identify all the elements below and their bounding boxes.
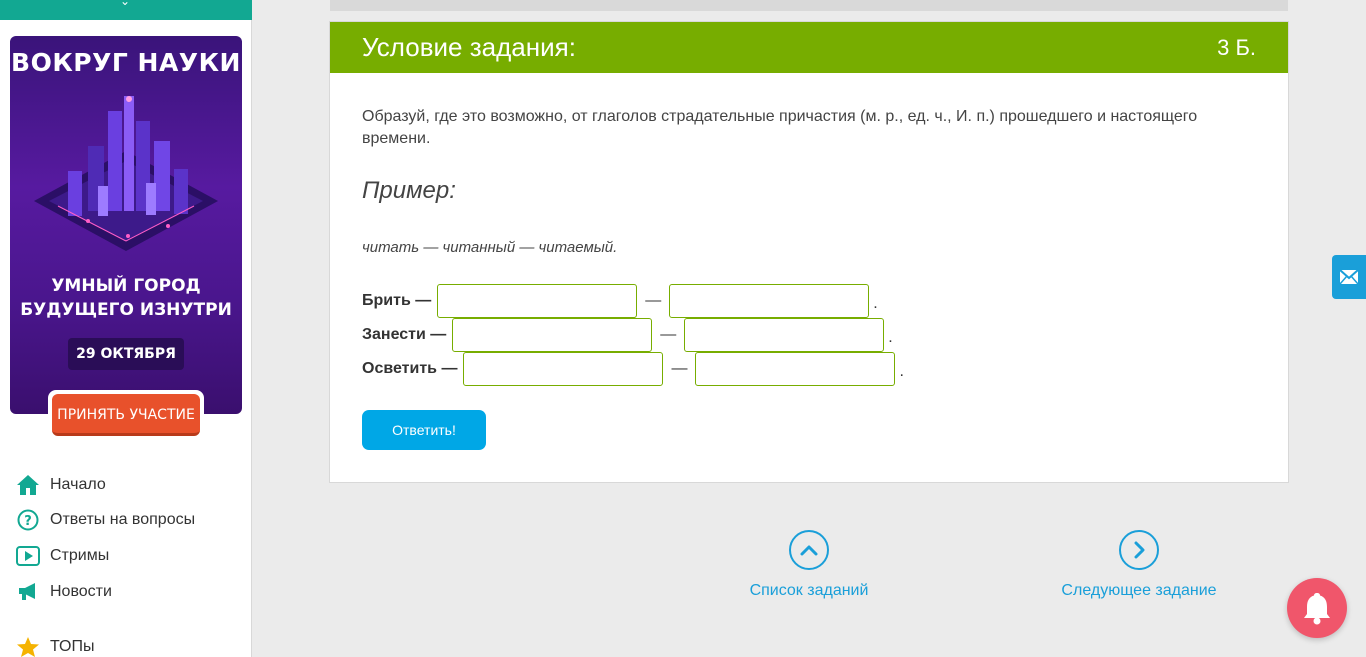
- megaphone-icon: [16, 580, 40, 604]
- banner-subtitle-line2: БУДУЩЕГО ИЗНУТРИ: [20, 300, 232, 320]
- home-icon: [16, 473, 40, 497]
- city-illustration: [34, 96, 218, 251]
- chevron-right-icon: [1119, 530, 1159, 570]
- task-list-label: Список заданий: [749, 582, 869, 599]
- past-participle-input[interactable]: [463, 352, 664, 386]
- task-card: Условие задания: 3 Б. Образуй, где это в…: [329, 21, 1289, 483]
- sidebar-item-tops[interactable]: ТОПы: [16, 632, 246, 657]
- feedback-mail-button[interactable]: [1332, 255, 1366, 299]
- task-points: 3 Б.: [1217, 35, 1256, 60]
- svg-text:?: ?: [24, 514, 32, 529]
- task-header-title: Условие задания:: [362, 32, 576, 62]
- row-dot: .: [899, 363, 904, 380]
- banner-title: ВОКРУГ НАУКИ: [11, 48, 241, 77]
- sidebar-item-home[interactable]: Начало: [16, 470, 246, 500]
- row-dash: —: [660, 326, 677, 343]
- sidebar-item-label: Стримы: [50, 547, 110, 564]
- participate-button[interactable]: ПРИНЯТЬ УЧАСТИЕ: [48, 390, 204, 442]
- banner-subtitle: УМНЫЙ ГОРОД БУДУЩЕГО ИЗНУТРИ: [10, 274, 242, 322]
- row-dash: —: [645, 292, 662, 309]
- answer-row-zanesti: Занести — — .: [362, 318, 893, 352]
- notifications-button[interactable]: [1287, 578, 1347, 638]
- row-word: Брить —: [362, 292, 432, 309]
- past-participle-input[interactable]: [437, 284, 638, 318]
- task-instructions: Образуй, где это возможно, от глаголов с…: [362, 108, 1198, 147]
- banner-subtitle-line1: УМНЫЙ ГОРОД: [51, 276, 201, 296]
- star-icon: [16, 635, 40, 657]
- row-dot: .: [888, 329, 893, 346]
- sidebar-item-news[interactable]: Новости: [16, 577, 246, 607]
- sidebar-top-bar[interactable]: ⌄: [0, 0, 252, 20]
- sidebar-item-label: ТОПы: [50, 638, 95, 655]
- participate-button-label: ПРИНЯТЬ УЧАСТИЕ: [52, 394, 200, 436]
- row-dash: —: [671, 360, 688, 377]
- sidebar-item-answers[interactable]: ? Ответы на вопросы: [16, 505, 246, 535]
- banner-date: 29 ОКТЯБРЯ: [68, 338, 184, 370]
- past-participle-input[interactable]: [452, 318, 653, 352]
- row-dot: .: [873, 295, 878, 312]
- chevron-down-icon: ⌄: [120, 0, 131, 8]
- example-text: читать — читанный — читаемый.: [362, 239, 618, 256]
- promo-banner[interactable]: ВОКРУГ НАУКИ УМНЫЙ ГОРОД БУДУЩЕГО ИЗНУТР…: [10, 36, 242, 442]
- answer-button[interactable]: Ответить!: [362, 410, 486, 450]
- next-task-link[interactable]: Следующее задание: [1059, 530, 1219, 600]
- row-word: Занести —: [362, 326, 447, 343]
- task-list-link[interactable]: Список заданий: [746, 530, 872, 600]
- sidebar-item-label: Новости: [50, 583, 112, 600]
- example-title: Пример:: [362, 177, 456, 204]
- question-icon: ?: [16, 508, 40, 532]
- previous-card-edge: [330, 0, 1288, 11]
- answer-row-osvetit: Осветить — — .: [362, 352, 904, 386]
- sidebar: ⌄ ВОКРУГ НАУКИ УМНЫЙ ГОРОД БУДУЩЕГО ИЗНУ…: [0, 0, 252, 657]
- play-icon: [16, 544, 40, 568]
- task-header: Условие задания: 3 Б.: [330, 22, 1288, 73]
- present-participle-input[interactable]: [669, 284, 870, 318]
- row-word: Осветить —: [362, 360, 458, 377]
- chevron-up-icon: [789, 530, 829, 570]
- sidebar-item-streams[interactable]: Стримы: [16, 541, 246, 571]
- answer-row-brit: Брить — — .: [362, 284, 878, 318]
- present-participle-input[interactable]: [684, 318, 885, 352]
- next-task-label: Следующее задание: [1061, 582, 1217, 599]
- bell-icon: [1304, 593, 1330, 625]
- mail-icon: [1339, 269, 1359, 285]
- sidebar-item-label: Ответы на вопросы: [50, 511, 196, 528]
- sidebar-item-label: Начало: [50, 476, 106, 493]
- present-participle-input[interactable]: [695, 352, 896, 386]
